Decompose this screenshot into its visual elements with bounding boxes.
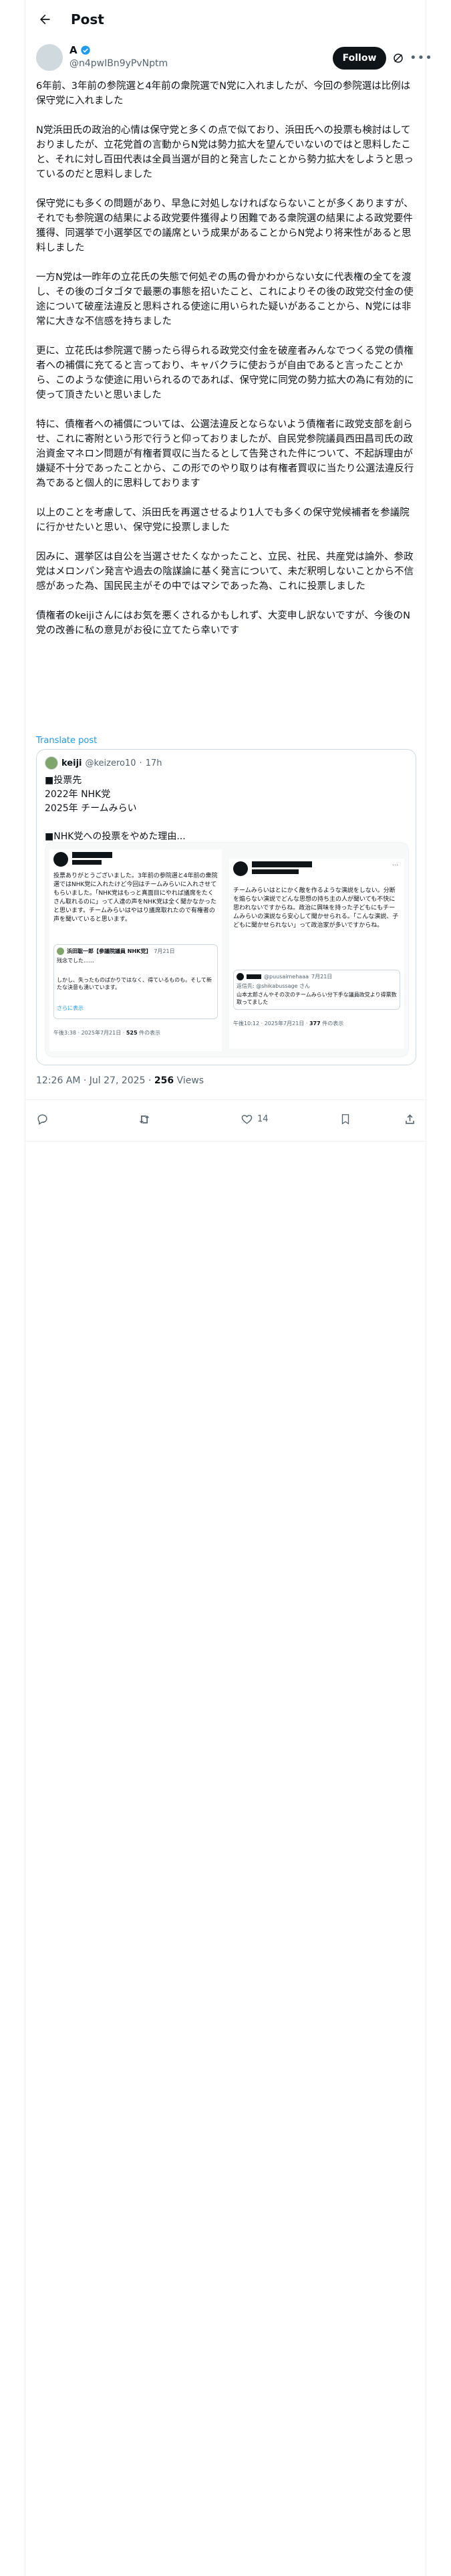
post-timestamp: 12:26 AM · Jul 27, 2025 · 256 Views xyxy=(36,1075,204,1086)
screenshot-stamp: 午後10:12 · 2025年7月21日 · xyxy=(233,1021,308,1027)
repost-button[interactable] xyxy=(138,1113,155,1126)
mini-name: 浜田聡一郎【参議院議員 NHK党】 xyxy=(67,948,152,954)
share-icon xyxy=(406,1114,414,1124)
quoted-avatar xyxy=(45,756,58,770)
mini-avatar xyxy=(57,948,64,955)
redacted-name xyxy=(72,852,112,858)
display-name[interactable]: A xyxy=(69,44,168,56)
author-row: A @n4pwIBn9yPvNptm Follow ••• xyxy=(25,41,432,74)
page-title: Post xyxy=(71,11,104,27)
mini-avatar xyxy=(237,973,244,980)
timestamp-separator: · xyxy=(148,1075,152,1086)
redacted-avatar xyxy=(53,852,68,867)
mini-time: 7月21日 xyxy=(311,974,333,980)
post-paragraph: 保守党にも多くの問題があり、早急に対処しなければならないことが多くありますが、そ… xyxy=(36,199,414,253)
verified-badge-icon xyxy=(80,45,90,55)
quoted-handle: @keizero10 xyxy=(85,758,136,768)
screenshot-views: 525 xyxy=(126,1030,138,1036)
quoted-separator: · xyxy=(139,758,142,768)
display-name-text: A xyxy=(69,44,78,56)
mini-handle: @puusaimehaaa xyxy=(264,974,309,980)
quoted-post[interactable]: keiji @keizero10 · 17h ■投票先 2022年 NHK党 2… xyxy=(36,749,416,1065)
post-paragraph: 一方N党は一昨年の立花氏の失態で何処ぞの馬の骨かわからない女に代表権の全てを渡し… xyxy=(36,272,414,327)
mini-time: 7月21日 xyxy=(154,948,175,954)
back-arrow-icon xyxy=(40,14,50,25)
mini-text: 山本太郎さんやその次のチームみらい分下手な議員政党より得票数取ってました xyxy=(237,992,397,1005)
screenshot-views-label: 件の表示 xyxy=(322,1021,344,1027)
quoted-post-header: keiji @keizero10 · 17h xyxy=(45,756,162,770)
views-count: 256 xyxy=(154,1075,174,1086)
post-paragraph: 6年前、3年前の参院選と4年前の衆院選でN党に入れましたが、今回の参院選は比例は… xyxy=(36,81,411,106)
screenshot-views-label: 件の表示 xyxy=(139,1030,161,1036)
screenshot-views: 377 xyxy=(309,1021,321,1027)
repost-icon xyxy=(139,1115,150,1123)
back-button[interactable] xyxy=(33,8,56,31)
mini-text: 残念でした…… xyxy=(57,958,94,964)
avatar[interactable] xyxy=(36,44,63,71)
grok-icon[interactable] xyxy=(392,52,404,64)
mini-reply-to: 返信先: @shikabussage さん xyxy=(237,983,311,989)
divider xyxy=(25,1099,427,1100)
quoted-line: ■投票先 xyxy=(45,775,82,786)
redacted-handle xyxy=(72,860,102,865)
quoted-line: 2022年 NHK党 xyxy=(45,789,111,800)
page: Post A @n4pwIBn9yPvNptm Follow ••• 6年前、3… xyxy=(0,0,451,2576)
redacted-avatar xyxy=(233,861,248,876)
main-column: Post A @n4pwIBn9yPvNptm Follow ••• 6年前、3… xyxy=(25,0,432,2576)
redacted-name xyxy=(252,861,312,867)
screenshot-more-dots: … xyxy=(392,861,398,867)
quoted-screenshot-right[interactable]: … チームみらいはとにかく敵を作るような演説をしない。分断を煽らない演説でどんな… xyxy=(229,859,404,1049)
screenshot-stamp: 午後3:38 · 2025年7月21日 · xyxy=(53,1030,125,1036)
divider xyxy=(25,1141,427,1142)
post-paragraph: N党浜田氏の政治的心情は保守党と多くの点で似ており、浜田氏への投票も検討はしてお… xyxy=(36,125,414,180)
screenshot-text: チームみらいはとにかく敵を作るような演説をしない。分断を煽らない演説でどんな思想… xyxy=(233,887,399,929)
action-bar: 14 xyxy=(25,1107,427,1134)
quoted-images[interactable]: 投票ありがとうございました。3年前の参院選と4年前の衆院選ではNHK党に入れたけ… xyxy=(45,842,409,1057)
screenshot-timestamp: 午後3:38 · 2025年7月21日 · 525 件の表示 xyxy=(53,1029,160,1037)
screenshot-quoted-card: 浜田聡一郎【参議院議員 NHK党】 7月21日 残念でした…… しかし、失ったも… xyxy=(53,944,218,1019)
like-count: 14 xyxy=(257,1114,269,1124)
views-label: Views xyxy=(176,1075,204,1086)
quoted-screenshot-left[interactable]: 投票ありがとうございました。3年前の参院選と4年前の衆院選ではNHK党に入れたけ… xyxy=(49,849,222,1051)
follow-button[interactable]: Follow xyxy=(333,47,386,70)
quoted-line: 2025年 チームみらい xyxy=(45,803,137,814)
screenshot-quoted-card: @puusaimehaaa 7月21日 返信先: @shikabussage さ… xyxy=(233,970,400,1010)
post-paragraph: 以上のことを考慮して、浜田氏を再選させるより1人でも多くの保守党候補者を参議院に… xyxy=(36,508,410,533)
timestamp-text[interactable]: 12:26 AM · Jul 27, 2025 xyxy=(36,1075,146,1086)
author-handle[interactable]: @n4pwIBn9yPvNptm xyxy=(69,58,168,69)
screenshot-text: 投票ありがとうございました。3年前の参院選と4年前の衆院選ではNHK党に入れたけ… xyxy=(53,873,218,923)
translate-link[interactable]: Translate post xyxy=(36,736,97,746)
redacted-mini-name xyxy=(247,974,261,979)
quoted-line xyxy=(45,816,186,830)
post-paragraph: 因みに、選挙区は自公を当選させたくなかったこと、立民、社民、共産党は論外、参政党… xyxy=(36,552,414,592)
mini-text: しかし、失ったものばかりではなく、得ているものも。そして新たな決意も湧いています… xyxy=(57,977,212,990)
post-body: 6年前、3年前の参院選と4年前の衆院選でN党に入れましたが、今回の参院選は比例は… xyxy=(36,79,416,653)
screenshot-timestamp: 午後10:12 · 2025年7月21日 · 377 件の表示 xyxy=(233,1019,343,1028)
quoted-name: keiji xyxy=(61,758,82,768)
redacted-handle xyxy=(252,869,299,874)
post-paragraph: 債権者のkeijiさんにはお気を悪くされるかもしれず、大変申し訳ないですが、今後… xyxy=(36,611,410,636)
top-bar: Post xyxy=(25,0,427,39)
bookmark-icon xyxy=(341,1114,349,1125)
post-paragraph: 更に、立花氏は参院選で勝ったら得られる政党交付金を破産者みんなでつくる党の債権者… xyxy=(36,346,414,401)
reply-button[interactable] xyxy=(36,1113,53,1125)
quoted-time: 17h xyxy=(145,758,162,768)
heart-icon xyxy=(241,1115,253,1124)
like-button[interactable]: 14 xyxy=(241,1113,269,1125)
more-dots-icon[interactable]: ••• xyxy=(410,51,433,65)
post-paragraph: 特に、債権者への補償については、公選法違反とならないよう債権者に政党支部を創らせ… xyxy=(36,419,414,489)
bookmark-button[interactable] xyxy=(339,1113,355,1125)
reply-icon xyxy=(37,1114,47,1125)
share-button[interactable] xyxy=(404,1113,416,1125)
quoted-text: ■投票先 2022年 NHK党 2025年 チームみらい ■NHK党への投票をや… xyxy=(45,774,186,844)
author-names: A @n4pwIBn9yPvNptm xyxy=(69,44,168,69)
mini-more-link: さらに表示 xyxy=(57,1005,84,1011)
